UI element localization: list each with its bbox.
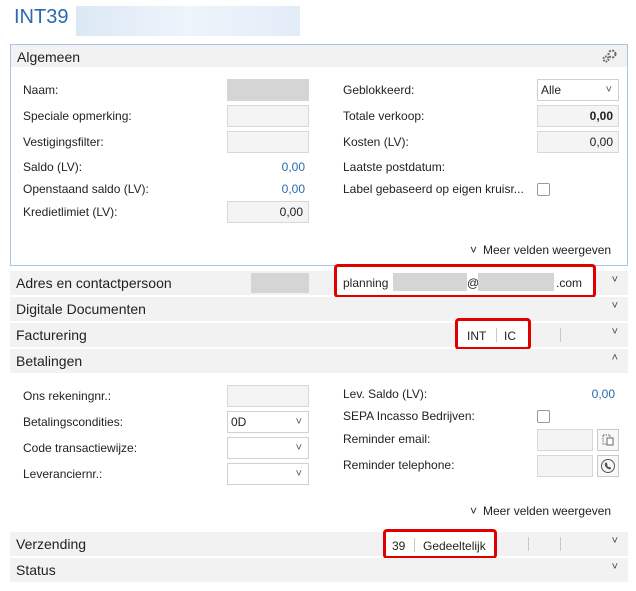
label-reminder-email: Reminder email: [343,432,431,446]
label-eigen-kruisreferentie: Label gebaseerd op eigen kruisr... [343,182,524,196]
section-header-digitale-documenten[interactable]: Digitale Documenten ˅ [10,297,628,321]
label-ons-rekeningnr: Ons rekeningnr.: [23,389,112,403]
algemeen-panel [10,44,628,266]
chevron-up-icon: ˄ [611,352,618,364]
label-laatste-postdatum: Laatste postdatum: [343,160,446,174]
kredietlimiet-field[interactable]: 0,00 [227,201,309,223]
ons-rekeningnr-field[interactable] [227,385,309,407]
section-title: Digitale Documenten [16,301,146,317]
label-lev-saldo: Lev. Saldo (LV): [343,387,428,401]
label-naam: Naam: [23,83,59,97]
meer-velden-label: Meer velden weergeven [483,504,612,518]
meer-velden-label: Meer velden weergeven [483,243,612,257]
betalingscondities-value: 0D [231,415,247,429]
label-sepa-incasso: SEPA Incasso Bedrijven: [343,409,475,423]
section-title: Status [16,562,56,578]
label-geblokkeerd: Geblokkeerd: [343,83,415,97]
chevron-down-icon: ˅ [470,243,478,257]
chevron-down-icon: ˅ [605,84,612,96]
section-title: Adres en contactpersoon [16,275,172,291]
section-title: Facturering [16,327,87,343]
gear-icon[interactable] [601,48,619,64]
leveranciernr-select[interactable]: ˅ [227,463,309,485]
label-leveranciernr: Leveranciernr.: [23,467,103,481]
chevron-down-icon: ˅ [611,300,618,312]
geblokkeerd-select[interactable]: Alle ˅ [537,79,619,101]
section-title: Algemeen [17,49,81,65]
divider [560,537,561,551]
verzending-highlight[interactable]: 39 Gedeeltelijk [383,529,497,559]
totale-verkoop-field[interactable]: 0,00 [537,105,619,127]
facturering-highlight[interactable]: INT IC [455,318,531,350]
chevron-down-icon: ˅ [611,561,618,573]
facturering-tag-ic: IC [504,329,516,343]
section-title: Betalingen [16,353,83,369]
section-header-verzending[interactable]: Verzending ˅ [10,532,628,556]
vestigingsfilter-field[interactable] [227,131,309,153]
label-openstaand-saldo: Openstaand saldo (LV): [23,182,149,196]
section-header-status[interactable]: Status ˅ [10,558,628,582]
chevron-down-icon: ˅ [470,504,478,518]
label-vestigingsfilter: Vestigingsfilter: [23,135,104,149]
chevron-down-icon: ˅ [295,416,302,428]
verzending-tag-number: 39 [392,539,406,553]
email-highlight[interactable]: planning @ .com [334,264,596,298]
section-title: Verzending [16,536,87,552]
betalingscondities-select[interactable]: 0D ˅ [227,411,309,433]
sepa-incasso-checkbox[interactable] [537,410,550,423]
label-totale-verkoop: Totale verkoop: [343,109,425,123]
label-betalingscondities: Betalingscondities: [23,415,124,429]
reminder-telephone-field[interactable] [537,455,593,477]
label-code-transactiewijze: Code transactiewijze: [23,441,138,455]
reminder-email-field[interactable] [537,429,593,451]
saldo-value[interactable]: 0,00 [227,160,305,174]
chevron-down-icon: ˅ [295,442,302,454]
geblokkeerd-value: Alle [541,83,562,97]
chevron-down-icon: ˅ [295,468,302,480]
email-action-icon[interactable] [597,429,619,451]
chevron-down-icon: ˅ [611,274,618,286]
eigen-kruisreferentie-checkbox[interactable] [537,183,550,196]
label-speciale-opmerking: Speciale opmerking: [23,109,132,123]
speciale-opmerking-field[interactable] [227,105,309,127]
title-redacted [76,6,300,36]
label-saldo: Saldo (LV): [23,160,83,174]
verzending-tag-levering: Gedeeltelijk [423,539,486,553]
divider [528,537,529,551]
divider [496,328,497,342]
email-suffix: .com [556,276,583,290]
meer-velden-link[interactable]: ˅ Meer velden weergeven [470,504,611,518]
openstaand-saldo-value[interactable]: 0,00 [227,182,305,196]
section-header-betalingen[interactable]: Betalingen ˄ [10,349,628,373]
facturering-tag-int: INT [467,329,487,343]
kosten-field[interactable]: 0,00 [537,131,619,153]
adres-redacted [251,273,309,293]
chevron-down-icon: ˅ [611,326,618,338]
divider [560,328,561,342]
divider [414,538,415,552]
label-kosten: Kosten (LV): [343,135,409,149]
naam-field[interactable] [227,79,309,101]
lev-saldo-value[interactable]: 0,00 [537,387,615,401]
label-kredietlimiet: Kredietlimiet (LV): [23,205,118,219]
section-header-facturering[interactable]: Facturering ˅ [10,323,628,347]
meer-velden-link[interactable]: ˅ Meer velden weergeven [470,243,611,257]
code-transactiewijze-select[interactable]: ˅ [227,437,309,459]
email-redacted-1 [393,273,467,291]
email-prefix: planning [343,276,389,290]
section-header-algemeen[interactable]: Algemeen [11,45,627,67]
phone-action-icon[interactable] [597,455,619,477]
label-reminder-telephone: Reminder telephone: [343,458,455,472]
chevron-down-icon: ˅ [611,535,618,547]
page-title: INT39 · [14,6,81,28]
email-redacted-2 [478,273,554,291]
